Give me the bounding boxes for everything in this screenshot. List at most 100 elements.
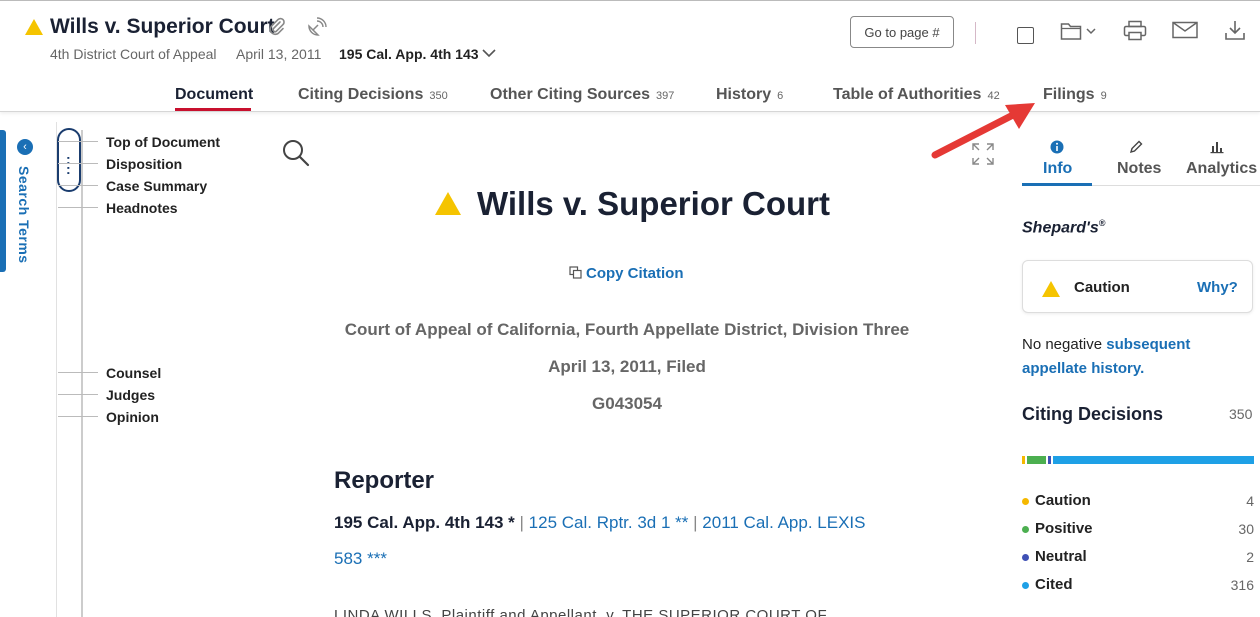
rail-divider: [56, 122, 57, 617]
tab-history[interactable]: History 6: [716, 86, 783, 104]
category-count: 4: [1246, 493, 1254, 509]
parties-text: LINDA WILLS, Plaintiff and Appellant, v.…: [334, 607, 828, 617]
search-terms-label[interactable]: Search Terms: [16, 166, 32, 264]
toc-item-disposition[interactable]: Disposition: [106, 156, 182, 172]
category-count: 2: [1246, 549, 1254, 565]
tab-notes[interactable]: Notes: [1117, 160, 1161, 178]
document-title: Wills v. Superior Court: [477, 185, 830, 222]
citing-decisions-heading: Citing Decisions: [1022, 404, 1164, 424]
chevron-left-icon[interactable]: ‹: [17, 139, 33, 155]
toc-item-headnotes[interactable]: Headnotes: [106, 200, 178, 216]
toc-scroll-track[interactable]: [81, 130, 83, 617]
lexis-citation-link[interactable]: 2011 Cal. App. LEXIS: [702, 513, 865, 532]
download-icon[interactable]: [1224, 19, 1246, 41]
expand-icon[interactable]: [971, 142, 995, 166]
go-to-page-button[interactable]: Go to page #: [850, 16, 954, 48]
parallel-citation-link[interactable]: 125 Cal. Rptr. 3d 1 **: [529, 513, 689, 532]
tab-info[interactable]: Info: [1043, 160, 1072, 178]
court-name: 4th District Court of Appeal: [50, 46, 217, 62]
lexis-citation-link-cont[interactable]: 583 ***: [334, 549, 387, 568]
category-count: 30: [1238, 521, 1254, 537]
toc-item-opinion[interactable]: Opinion: [106, 409, 159, 425]
tab-filings[interactable]: Filings 9: [1043, 86, 1107, 104]
citing-category-positive[interactable]: Positive 30: [1022, 520, 1254, 540]
category-label: Cited: [1035, 576, 1073, 593]
why-link[interactable]: Why?: [1197, 279, 1238, 296]
toc-scroll-handle[interactable]: ::: [57, 128, 81, 192]
toc-item-counsel[interactable]: Counsel: [106, 365, 161, 381]
shepards-text: Shepard's: [1022, 219, 1099, 237]
active-tab-indicator: [175, 108, 251, 111]
tab-count: 9: [1100, 90, 1107, 102]
bar-chart-icon[interactable]: [1210, 140, 1224, 154]
category-count: 316: [1230, 577, 1254, 593]
toc-tick: [58, 394, 98, 395]
decision-date: April 13, 2011: [236, 46, 322, 62]
separator: |: [519, 513, 524, 532]
search-icon[interactable]: [281, 138, 311, 168]
tab-label: Filings: [1043, 86, 1095, 103]
citing-decisions-bar: [1022, 456, 1254, 464]
reporter-heading: Reporter: [334, 467, 435, 494]
toc-item-judges[interactable]: Judges: [106, 387, 155, 403]
tab-citing-decisions[interactable]: Citing Decisions 350: [298, 86, 448, 104]
caution-signal-icon[interactable]: [25, 19, 43, 35]
attachment-icon[interactable]: [267, 17, 287, 37]
chevron-down-icon[interactable]: [482, 48, 496, 58]
copy-icon: [569, 266, 582, 279]
case-title: Wills v. Superior Court: [50, 15, 275, 38]
court-full-name: Court of Appeal of California, Fourth Ap…: [344, 320, 910, 339]
satellite-icon[interactable]: [305, 17, 327, 39]
docket-number: G043054: [592, 394, 662, 413]
tab-label: Other Citing Sources: [490, 86, 651, 103]
tab-other-citing-sources[interactable]: Other Citing Sources 397: [490, 86, 674, 104]
category-label: Positive: [1035, 520, 1093, 537]
history-summary-text: No negative: [1022, 336, 1107, 353]
print-icon[interactable]: [1123, 20, 1147, 42]
bar-segment-neutral: [1048, 456, 1052, 464]
active-panel-tab-indicator: [1022, 183, 1092, 186]
toc-tick: [58, 163, 98, 164]
registered-mark: ®: [1098, 218, 1106, 228]
caution-dot: [1022, 498, 1029, 505]
tab-label: Citing Decisions: [298, 86, 424, 103]
pencil-icon[interactable]: [1129, 140, 1143, 154]
toc-item-top-of-document[interactable]: Top of Document: [106, 134, 220, 150]
toc-item-case-summary[interactable]: Case Summary: [106, 178, 207, 194]
toolbar-divider: [975, 22, 976, 44]
info-icon[interactable]: [1050, 140, 1064, 154]
citation-selector[interactable]: 195 Cal. App. 4th 143: [339, 46, 479, 62]
cited-dot: [1022, 582, 1029, 589]
shepards-heading: Shepard's®: [1022, 218, 1105, 237]
toc-tick: [58, 207, 98, 208]
category-label: Caution: [1035, 492, 1091, 509]
bar-segment-cited: [1053, 456, 1254, 464]
neutral-dot: [1022, 554, 1029, 561]
folder-icon[interactable]: [1060, 20, 1098, 42]
tab-document[interactable]: Document: [175, 86, 253, 104]
tab-analytics[interactable]: Analytics: [1186, 160, 1257, 178]
select-document-checkbox[interactable]: [1017, 27, 1034, 44]
separator: |: [693, 513, 698, 532]
shepards-signal-card: Caution Why?: [1022, 260, 1253, 313]
caution-signal-icon[interactable]: [435, 192, 461, 215]
tab-count: 350: [429, 90, 448, 102]
filed-date: April 13, 2011, Filed: [548, 357, 706, 376]
citing-category-cited[interactable]: Cited 316: [1022, 576, 1254, 596]
toc-tick: [58, 372, 98, 373]
document-header: Wills v. Superior Court 4th District Cou…: [0, 0, 1260, 112]
tab-count: 397: [656, 90, 675, 102]
reporter-main-citation: 195 Cal. App. 4th 143 *: [334, 513, 515, 532]
toc-tick: [58, 141, 98, 142]
citing-category-caution[interactable]: Caution 4: [1022, 492, 1254, 512]
reporter-citations: 195 Cal. App. 4th 143 * | 125 Cal. Rptr.…: [334, 513, 865, 533]
history-summary: No negative subsequent appellate history…: [1022, 333, 1252, 381]
email-icon[interactable]: [1172, 21, 1198, 39]
tab-label: History: [716, 86, 772, 103]
category-label: Neutral: [1035, 548, 1087, 565]
caution-signal-icon: [1042, 281, 1060, 297]
copy-citation-label: Copy Citation: [586, 265, 684, 282]
search-terms-rail[interactable]: [0, 130, 6, 272]
copy-citation-link[interactable]: Copy Citation: [569, 265, 684, 282]
citing-category-neutral[interactable]: Neutral 2: [1022, 548, 1254, 568]
